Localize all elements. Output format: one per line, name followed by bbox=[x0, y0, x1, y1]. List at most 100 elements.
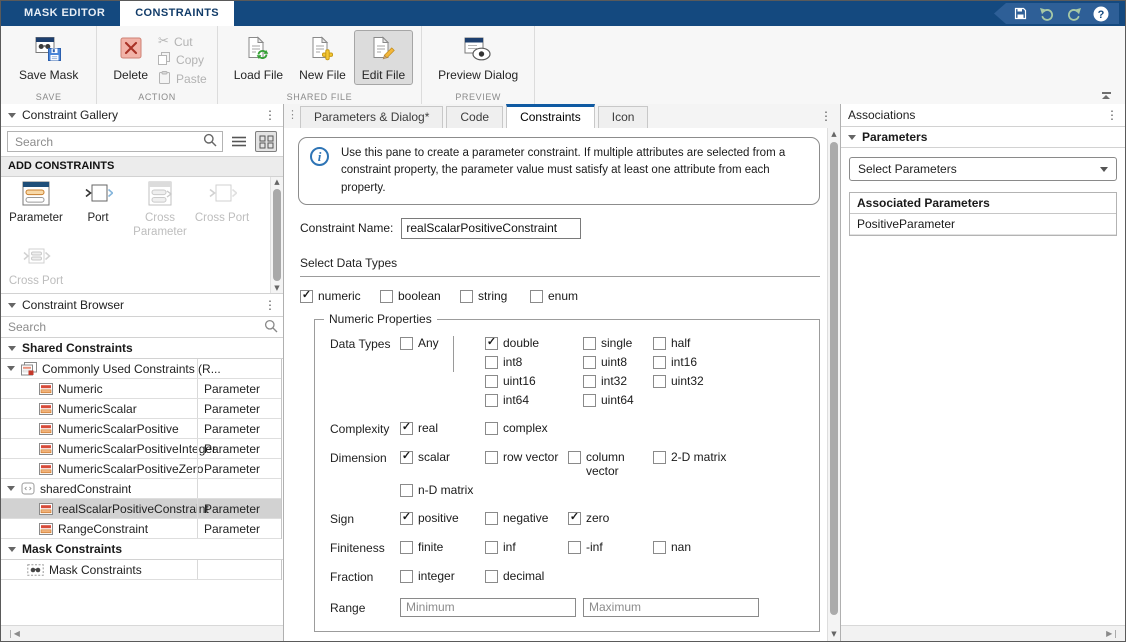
checkbox-box[interactable] bbox=[583, 356, 596, 369]
browser-search-input[interactable] bbox=[6, 319, 264, 335]
constraint-name-input[interactable] bbox=[401, 218, 581, 239]
checkbox-box[interactable] bbox=[400, 484, 413, 497]
checkbox-uint16[interactable]: uint16 bbox=[485, 374, 583, 388]
collapse-ribbon-icon[interactable] bbox=[1099, 92, 1113, 102]
paste-button[interactable]: Paste bbox=[158, 71, 207, 87]
tree-row-sharedconstraint[interactable]: sharedConstraint bbox=[1, 479, 281, 499]
expander-icon[interactable] bbox=[7, 486, 15, 491]
checkbox-real[interactable]: real bbox=[400, 421, 485, 435]
right-horizontal-scrollbar[interactable]: ▶❘ bbox=[841, 625, 1125, 641]
checkbox-column-vector[interactable]: column vector bbox=[568, 450, 653, 478]
collapse-mask-icon[interactable] bbox=[8, 547, 16, 552]
mask-constraints-section[interactable]: Mask Constraints bbox=[1, 539, 283, 560]
checkbox-box[interactable] bbox=[485, 422, 498, 435]
checkbox-box[interactable] bbox=[485, 451, 498, 464]
tree-row-numericscalarpositivezero[interactable]: NumericScalarPositiveZero Parameter bbox=[1, 459, 281, 479]
checkbox-finite[interactable]: finite bbox=[400, 540, 485, 554]
scroll-up-icon[interactable]: ▲ bbox=[828, 130, 840, 138]
checkbox-box[interactable] bbox=[300, 290, 313, 303]
tree-row-numericscalarpositiveinteger[interactable]: NumericScalarPositiveInteger Parameter bbox=[1, 439, 281, 459]
checkbox-decimal[interactable]: decimal bbox=[485, 569, 544, 583]
gallery-item-parameter[interactable]: Parameter bbox=[5, 181, 67, 240]
gallery-item-port[interactable]: Port bbox=[67, 181, 129, 240]
tree-row-numericscalarpositive[interactable]: NumericScalarPositive Parameter bbox=[1, 419, 281, 439]
checkbox-box[interactable] bbox=[400, 512, 413, 525]
scroll-thumb[interactable] bbox=[273, 189, 281, 281]
scroll-up-icon[interactable]: ▲ bbox=[271, 178, 283, 186]
gallery-item-cross-port-2[interactable]: Cross Port bbox=[5, 244, 67, 289]
tree-row-rangeconstraint[interactable]: RangeConstraint Parameter bbox=[1, 519, 281, 539]
checkbox-box[interactable] bbox=[380, 290, 393, 303]
checkbox-int8[interactable]: int8 bbox=[485, 355, 583, 369]
copy-button[interactable]: Copy bbox=[158, 52, 207, 68]
tree-row-numericscalar[interactable]: NumericScalar Parameter bbox=[1, 399, 281, 419]
tree-row-commonly-used[interactable]: Commonly Used Constraints (R... bbox=[1, 359, 281, 379]
checkbox-box[interactable] bbox=[400, 422, 413, 435]
preview-dialog-button[interactable]: Preview Dialog bbox=[430, 30, 526, 85]
checkbox-uint8[interactable]: uint8 bbox=[583, 355, 653, 369]
browser-menu-icon[interactable]: ⋮ bbox=[264, 299, 276, 311]
gallery-search-input[interactable] bbox=[13, 134, 203, 150]
checkbox-positive[interactable]: positive bbox=[400, 511, 485, 525]
tree-row-numeric[interactable]: Numeric Parameter bbox=[1, 379, 281, 399]
redo-icon[interactable] bbox=[1066, 6, 1082, 22]
checkbox-box[interactable] bbox=[485, 337, 498, 350]
delete-button[interactable]: Delete bbox=[105, 30, 156, 85]
checkbox-integer[interactable]: integer bbox=[400, 569, 485, 583]
checkbox-row-vector[interactable]: row vector bbox=[485, 450, 568, 478]
checkbox-box[interactable] bbox=[400, 541, 413, 554]
undo-icon[interactable] bbox=[1039, 6, 1055, 22]
associations-menu-icon[interactable]: ⋮ bbox=[1106, 109, 1118, 121]
checkbox-box[interactable] bbox=[400, 451, 413, 464]
checkbox-box[interactable] bbox=[485, 375, 498, 388]
collapse-shared-icon[interactable] bbox=[8, 346, 16, 351]
checkbox-box[interactable] bbox=[568, 512, 581, 525]
gallery-item-cross-parameter[interactable]: Cross Parameter bbox=[129, 181, 191, 240]
tab-parameters-dialog[interactable]: Parameters & Dialog* bbox=[300, 106, 443, 128]
save-icon[interactable] bbox=[1012, 6, 1028, 22]
save-mask-button[interactable]: Save Mask bbox=[11, 30, 86, 85]
checkbox-neg-inf[interactable]: -inf bbox=[568, 540, 653, 554]
associated-parameter-row[interactable]: PositiveParameter bbox=[850, 214, 1116, 235]
checkbox-box[interactable] bbox=[460, 290, 473, 303]
checkbox-enum[interactable]: enum bbox=[530, 289, 578, 303]
load-file-button[interactable]: Load File bbox=[226, 30, 291, 85]
help-icon[interactable]: ? bbox=[1093, 6, 1109, 22]
left-horizontal-scrollbar[interactable]: ❘◀ bbox=[1, 625, 283, 641]
checkbox-box[interactable] bbox=[485, 356, 498, 369]
shared-constraints-section[interactable]: Shared Constraints bbox=[1, 338, 283, 359]
checkbox-scalar[interactable]: scalar bbox=[400, 450, 485, 478]
list-view-button[interactable] bbox=[228, 131, 250, 152]
tree-row-realscalarpositiveconstraint[interactable]: realScalarPositiveConstraint Parameter bbox=[1, 499, 281, 519]
checkbox-box[interactable] bbox=[568, 541, 581, 554]
checkbox-half[interactable]: half bbox=[653, 336, 704, 350]
tab-mask-editor[interactable]: MASK EDITOR bbox=[9, 1, 120, 26]
tab-constraints-doc[interactable]: Constraints bbox=[506, 104, 595, 129]
gallery-item-cross-port[interactable]: Cross Port bbox=[191, 181, 253, 240]
checkbox-box[interactable] bbox=[583, 337, 596, 350]
checkbox-box[interactable] bbox=[530, 290, 543, 303]
checkbox-box[interactable] bbox=[653, 541, 666, 554]
scroll-thumb[interactable] bbox=[830, 142, 838, 615]
checkbox-zero[interactable]: zero bbox=[568, 511, 609, 525]
checkbox-int32[interactable]: int32 bbox=[583, 374, 653, 388]
checkbox-int64[interactable]: int64 bbox=[485, 393, 583, 407]
browser-search-box[interactable] bbox=[1, 317, 283, 337]
tab-icon[interactable]: Icon bbox=[598, 106, 649, 128]
checkbox-nd-matrix[interactable]: n-D matrix bbox=[400, 483, 726, 497]
checkbox-inf[interactable]: inf bbox=[485, 540, 568, 554]
checkbox-complex[interactable]: complex bbox=[485, 421, 548, 435]
collapse-gallery-icon[interactable] bbox=[8, 113, 16, 118]
scroll-right-icon[interactable]: ▶❘ bbox=[1106, 629, 1119, 638]
checkbox-uint32[interactable]: uint32 bbox=[653, 374, 704, 388]
tab-constraints[interactable]: CONSTRAINTS bbox=[120, 1, 234, 26]
select-parameters-dropdown[interactable]: Select Parameters bbox=[849, 157, 1117, 181]
gallery-scrollbar[interactable]: ▲ ▼ bbox=[270, 177, 283, 293]
checkbox-single[interactable]: single bbox=[583, 336, 653, 350]
tab-code[interactable]: Code bbox=[446, 106, 503, 128]
checkbox-box[interactable] bbox=[653, 375, 666, 388]
gallery-menu-icon[interactable]: ⋮ bbox=[264, 109, 276, 121]
checkbox-box[interactable] bbox=[583, 375, 596, 388]
collapse-parameters-icon[interactable] bbox=[848, 135, 856, 140]
checkbox-box[interactable] bbox=[653, 356, 666, 369]
